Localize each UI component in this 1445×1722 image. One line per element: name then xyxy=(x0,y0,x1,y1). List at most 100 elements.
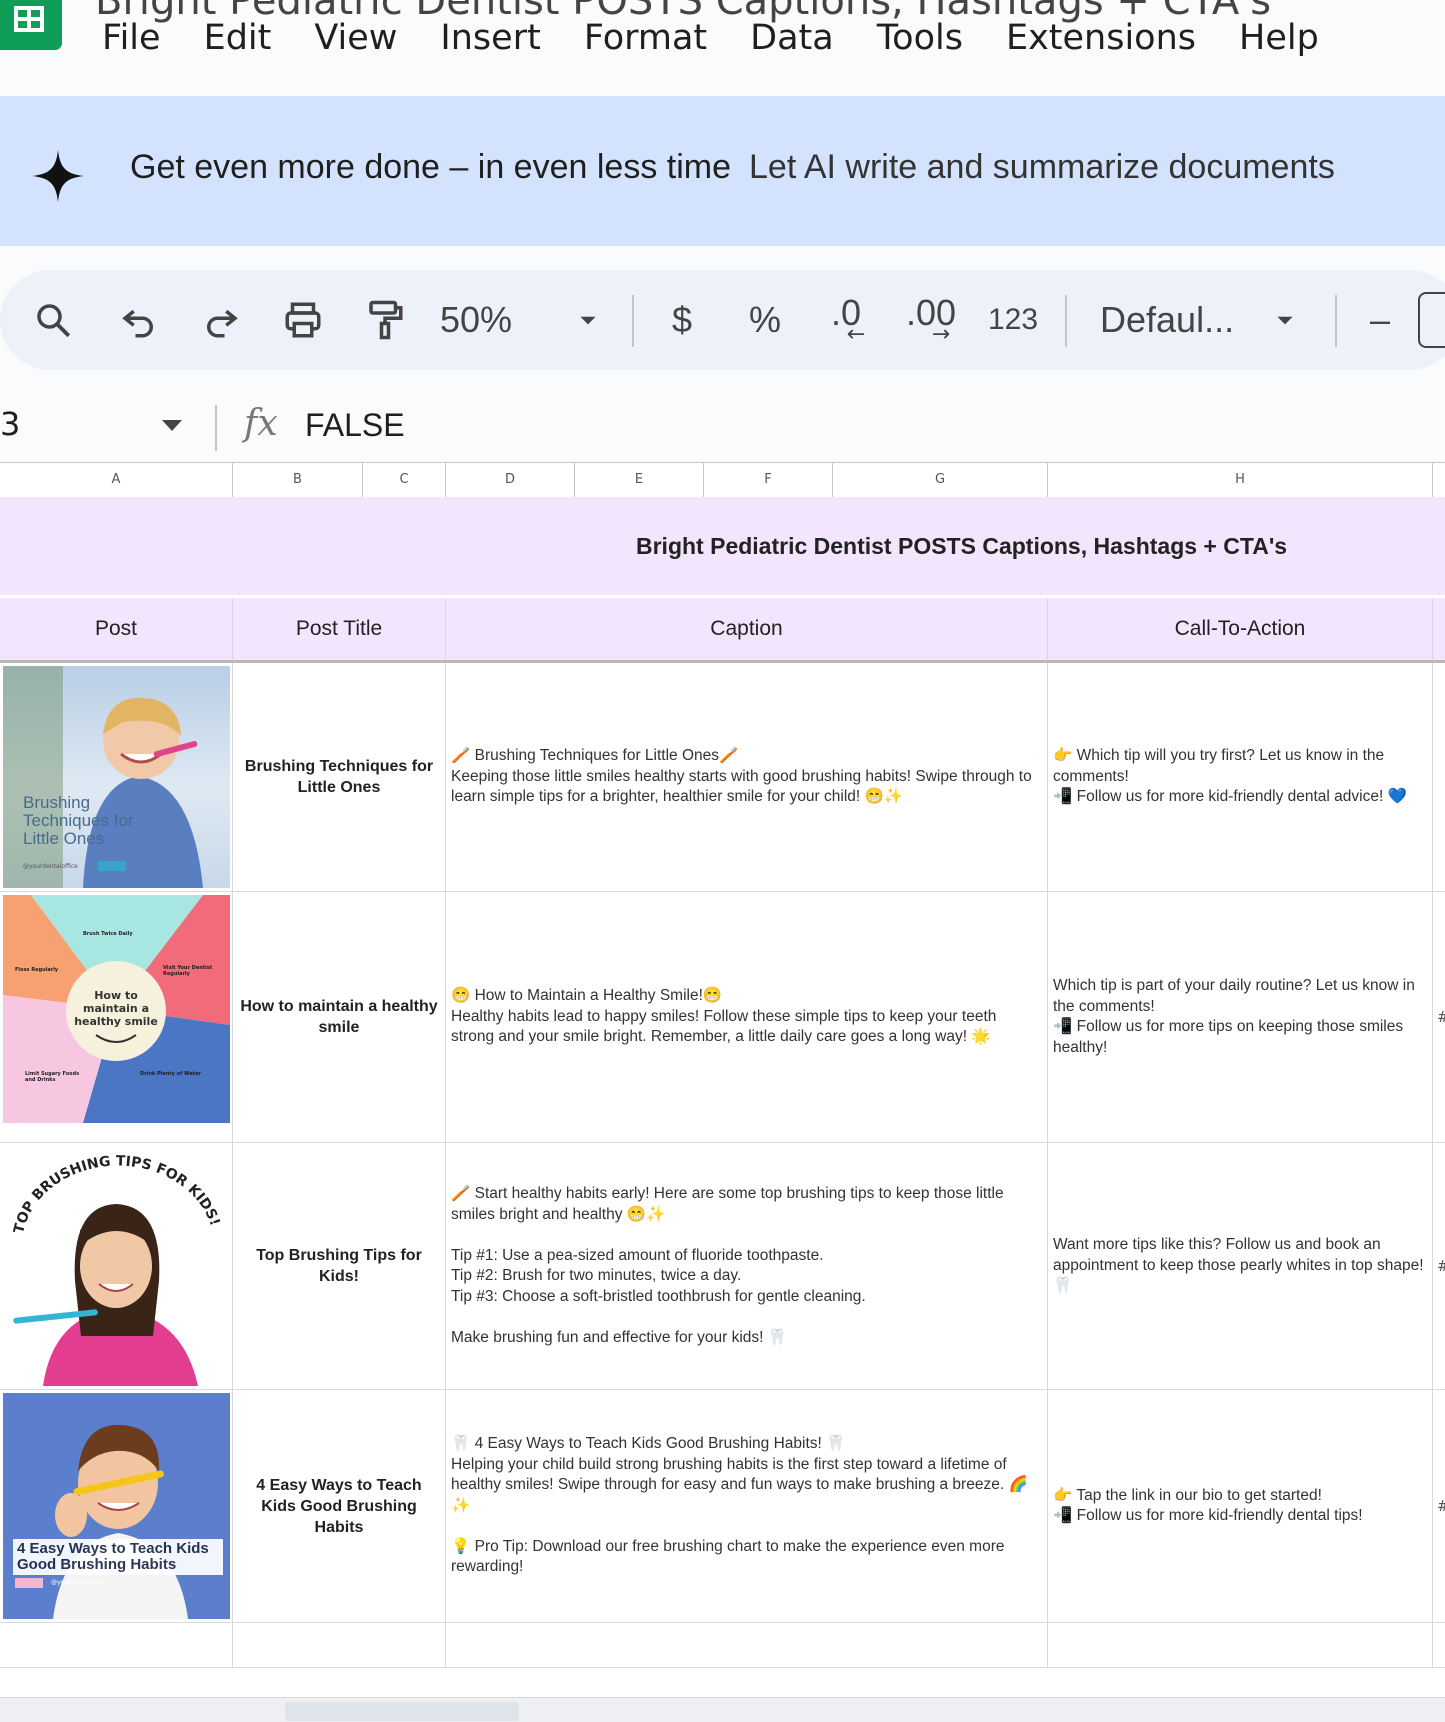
caption-cell[interactable]: 🪥 Brushing Techniques for Little Ones🪥 K… xyxy=(446,663,1048,891)
name-box[interactable]: 3 xyxy=(0,405,20,443)
post-image-cell[interactable]: 4 Easy Ways to Teach Kids Good Brushing … xyxy=(0,1390,233,1622)
search-menus-button[interactable] xyxy=(22,270,84,370)
post-thumbnail[interactable]: Brushing Techniques for Little Ones @you… xyxy=(3,666,230,888)
post-title-cell[interactable]: Brushing Techniques for Little Ones xyxy=(233,663,446,891)
zoom-value: 50% xyxy=(440,299,513,340)
empty-cell[interactable] xyxy=(446,1623,1048,1667)
column-headers: A B C D E F G H xyxy=(0,462,1445,498)
post-title-cell[interactable]: 4 Easy Ways to Teach Kids Good Brushing … xyxy=(233,1390,446,1622)
redo-button[interactable] xyxy=(190,270,252,370)
decrease-font-size-button[interactable]: – xyxy=(1355,270,1405,370)
table-row[interactable]: Brushing Techniques for Little Ones @you… xyxy=(0,663,1445,892)
menu-file[interactable]: File xyxy=(102,18,161,58)
post-title-cell[interactable]: How to maintain a healthy smile xyxy=(233,892,446,1142)
empty-cell[interactable] xyxy=(1048,1623,1433,1667)
sheets-logo-icon[interactable] xyxy=(0,0,62,50)
font-select[interactable]: Defaul... xyxy=(1100,270,1248,370)
menu-view[interactable]: View xyxy=(314,18,397,58)
menu-bar: File Edit View Insert Format Data Tools … xyxy=(102,18,1319,58)
scrollbar-thumb[interactable] xyxy=(285,1702,519,1721)
header-caption: Caption xyxy=(446,598,1048,660)
menu-insert[interactable]: Insert xyxy=(440,18,540,58)
table-row[interactable]: 4 Easy Ways to Teach Kids Good Brushing … xyxy=(0,1390,1445,1623)
menu-edit[interactable]: Edit xyxy=(204,18,272,58)
post-image-cell[interactable]: How to maintain a healthy smile Brush Tw… xyxy=(0,892,233,1142)
toolbar-divider xyxy=(1335,295,1337,347)
column-header-g[interactable]: G xyxy=(833,463,1048,497)
cta-cell[interactable]: 👉 Which tip will you try first? Let us k… xyxy=(1048,663,1433,891)
empty-cell[interactable] xyxy=(0,1623,233,1667)
spreadsheet-grid[interactable]: A B C D E F G H Bright Pediatric Dentist… xyxy=(0,462,1445,1697)
print-button[interactable] xyxy=(272,270,334,370)
table-row[interactable]: How to maintain a healthy smile Brush Tw… xyxy=(0,892,1445,1143)
post-image-cell[interactable]: TOP BRUSHING TIPS FOR KIDS! xyxy=(0,1143,233,1389)
undo-icon xyxy=(122,309,153,338)
zoom-select[interactable]: 50% xyxy=(440,270,560,370)
format-percent-button[interactable]: % xyxy=(738,270,792,370)
increase-decimal-button[interactable]: .00 → xyxy=(898,270,964,370)
caret-down-icon[interactable] xyxy=(162,420,182,431)
header-cta: Call-To-Action xyxy=(1048,598,1433,660)
thumbnail-handle: @yourdentaloffice xyxy=(23,863,78,870)
column-header-b[interactable]: B xyxy=(233,463,363,497)
table-row[interactable] xyxy=(0,1623,1445,1668)
table-header-row[interactable]: Post Post Title Caption Call-To-Action xyxy=(0,598,1445,663)
column-header-f[interactable]: F xyxy=(704,463,833,497)
font-size-input[interactable] xyxy=(1418,292,1445,348)
thumbnail-title: How to maintain a healthy smile xyxy=(74,989,158,1028)
format-currency-button[interactable]: $ xyxy=(655,270,709,370)
cta-cell[interactable]: Which tip is part of your daily routine?… xyxy=(1048,892,1433,1142)
currency-label: $ xyxy=(671,299,693,340)
caption-cell[interactable]: 🪥 Start healthy habits early! Here are s… xyxy=(446,1143,1048,1389)
formula-divider xyxy=(215,405,217,451)
search-icon xyxy=(37,304,71,338)
post-thumbnail[interactable]: How to maintain a healthy smile Brush Tw… xyxy=(3,895,230,1123)
thumbnail-label: Floss Regularly xyxy=(15,967,59,973)
post-thumbnail[interactable]: 4 Easy Ways to Teach Kids Good Brushing … xyxy=(3,1393,230,1619)
menu-help[interactable]: Help xyxy=(1239,18,1319,58)
cta-cell[interactable]: 👉 Tap the link in our bio to get started… xyxy=(1048,1390,1433,1622)
caret-down-icon xyxy=(1277,316,1293,325)
more-formats-button[interactable]: 123 xyxy=(982,270,1044,370)
menu-format[interactable]: Format xyxy=(584,18,707,58)
fx-icon: fx xyxy=(244,403,278,444)
post-image-cell[interactable]: Brushing Techniques for Little Ones @you… xyxy=(0,663,233,891)
formula-input[interactable]: FALSE xyxy=(305,407,405,444)
hashtags-cell[interactable] xyxy=(1433,663,1445,891)
column-header-h[interactable]: H xyxy=(1048,463,1433,497)
decrease-decimal-button[interactable]: .0 ← xyxy=(815,270,877,370)
sheet-title: Bright Pediatric Dentist POSTS Captions,… xyxy=(636,533,1288,559)
column-header-e[interactable]: E xyxy=(575,463,704,497)
girl-brushing-illustration-icon: TOP BRUSHING TIPS FOR KIDS! xyxy=(11,1153,223,1386)
menu-data[interactable]: Data xyxy=(750,18,834,58)
banner-subtext: Let AI write and summarize documents xyxy=(749,148,1335,186)
horizontal-scrollbar[interactable] xyxy=(0,1697,1445,1722)
thumbnail-label: Brush Twice Daily xyxy=(83,931,133,937)
empty-cell[interactable] xyxy=(233,1623,446,1667)
zoom-dropdown-button[interactable] xyxy=(568,270,608,370)
hashtags-cell[interactable]: # xyxy=(1433,1390,1445,1622)
post-thumbnail[interactable]: TOP BRUSHING TIPS FOR KIDS! xyxy=(3,1146,230,1386)
header-post: Post xyxy=(0,598,233,660)
table-row[interactable]: TOP BRUSHING TIPS FOR KIDS! Top Brushing… xyxy=(0,1143,1445,1390)
caption-cell[interactable]: 🦷 4 Easy Ways to Teach Kids Good Brushin… xyxy=(446,1390,1048,1622)
paint-format-button[interactable] xyxy=(354,270,416,370)
menu-extensions[interactable]: Extensions xyxy=(1006,18,1196,58)
thumbnail-badge xyxy=(98,861,126,871)
caption-cell[interactable]: 😁 How to Maintain a Healthy Smile!😁 Heal… xyxy=(446,892,1048,1142)
print-icon xyxy=(285,302,321,338)
sheet-title-row[interactable]: Bright Pediatric Dentist POSTS Captions,… xyxy=(0,497,1445,598)
cta-cell[interactable]: Want more tips like this? Follow us and … xyxy=(1048,1143,1433,1389)
hashtags-cell[interactable]: # xyxy=(1433,892,1445,1142)
undo-button[interactable] xyxy=(108,270,170,370)
column-header-a[interactable]: A xyxy=(0,463,233,497)
column-header-d[interactable]: D xyxy=(446,463,575,497)
column-header-c[interactable]: C xyxy=(363,463,446,497)
menu-tools[interactable]: Tools xyxy=(877,18,963,58)
font-dropdown-button[interactable] xyxy=(1265,270,1305,370)
font-value: Defaul... xyxy=(1100,299,1235,340)
post-title-cell[interactable]: Top Brushing Tips for Kids! xyxy=(233,1143,446,1389)
hashtags-cell[interactable]: # xyxy=(1433,1143,1445,1389)
thumbnail-title: 4 Easy Ways to Teach Kids Good Brushing … xyxy=(13,1539,223,1575)
thumbnail-label: Limit Sugary Foods and Drinks xyxy=(25,1071,80,1083)
